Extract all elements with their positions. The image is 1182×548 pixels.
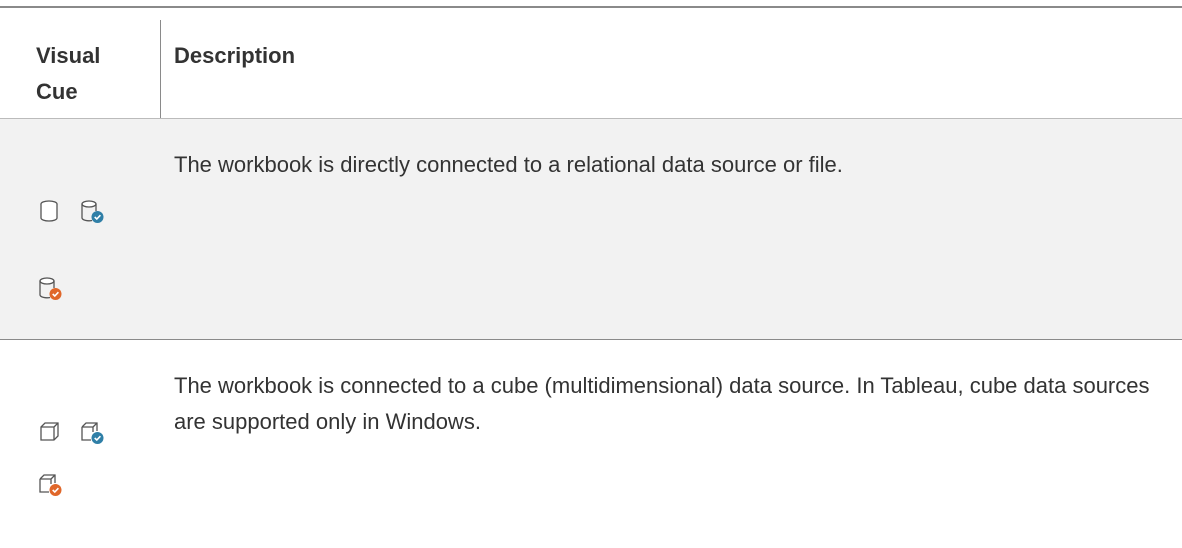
- table-header: Visual Cue Description: [0, 8, 1182, 118]
- cube-connected-blue-icon: [78, 418, 106, 446]
- row-description: The workbook is directly connected to a …: [174, 152, 843, 177]
- cube-connected-orange-icon: [36, 470, 64, 498]
- database-icon: [36, 197, 64, 225]
- database-connected-blue-icon: [78, 197, 106, 225]
- table-row: The workbook is directly connected to a …: [0, 118, 1182, 340]
- header-description: Description: [174, 43, 296, 68]
- table-row: The workbook is connected to a cube (mul…: [0, 340, 1182, 548]
- row-description: The workbook is connected to a cube (mul…: [174, 373, 1150, 434]
- cube-icon: [36, 418, 64, 446]
- database-connected-orange-icon: [36, 274, 64, 302]
- header-visual-cue: Visual Cue: [36, 43, 101, 104]
